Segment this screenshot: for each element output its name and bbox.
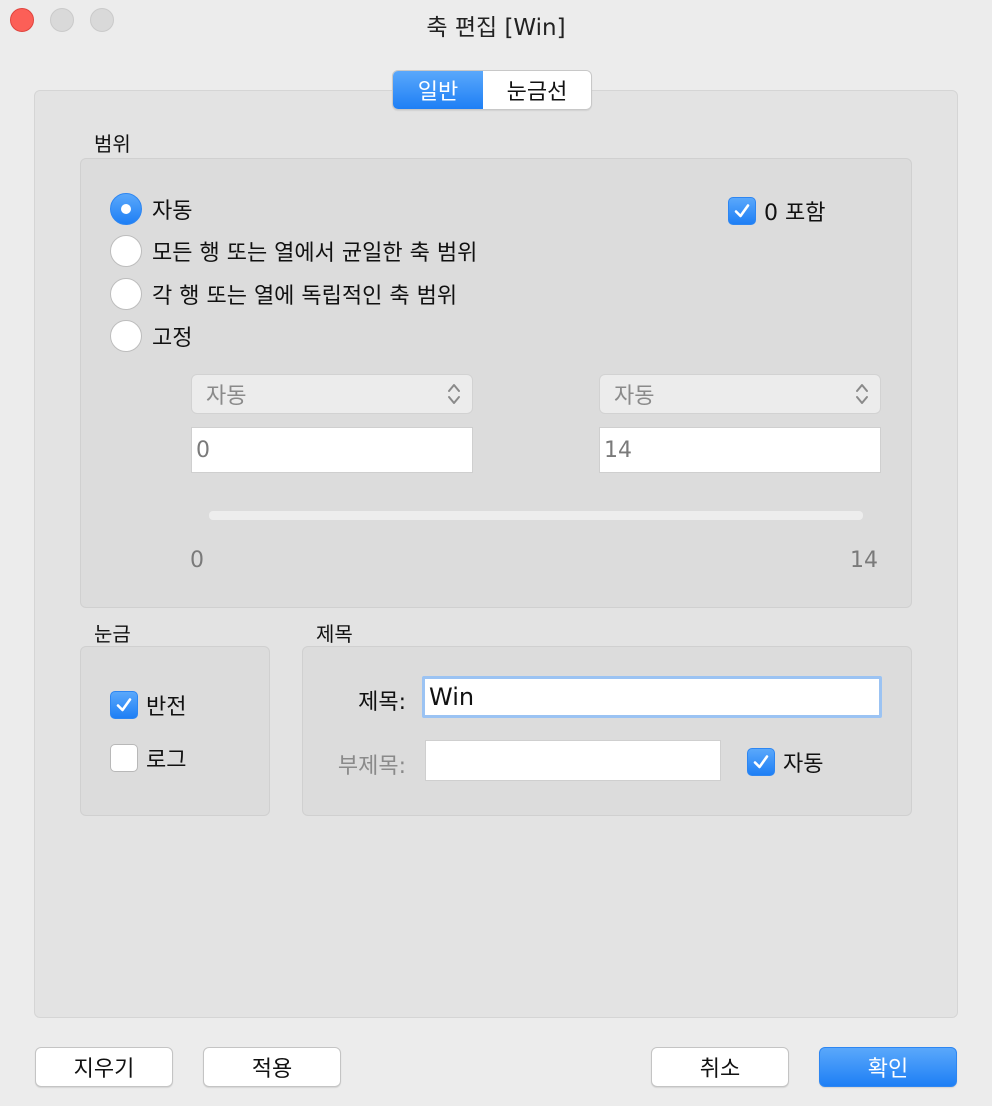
apply-button[interactable]: 적용 — [203, 1047, 341, 1087]
slider-max-label: 14 — [850, 548, 878, 573]
cancel-button[interactable]: 취소 — [651, 1047, 789, 1087]
checkbox-checked[interactable] — [110, 691, 138, 719]
chevron-up-down-icon — [448, 384, 460, 404]
tab-general[interactable]: 일반 — [393, 71, 483, 109]
ok-button[interactable]: 확인 — [819, 1047, 957, 1087]
subtitle-input[interactable] — [425, 740, 721, 781]
title-input[interactable]: Win — [422, 676, 882, 718]
subtitle-field-label: 부제목: — [337, 754, 406, 779]
radio-button[interactable] — [110, 320, 142, 352]
radio-auto[interactable]: 자동 — [110, 193, 192, 225]
checkbox-checked[interactable] — [747, 748, 775, 776]
radio-independent-range-label: 각 행 또는 열에 독립적인 축 범위 — [152, 284, 458, 309]
window-title: 축 편집 [Win] — [426, 15, 566, 41]
radio-uniform-range-label: 모든 행 또는 열에서 균일한 축 범위 — [152, 241, 478, 266]
clear-button[interactable]: 지우기 — [35, 1047, 173, 1087]
radio-uniform-range[interactable]: 모든 행 또는 열에서 균일한 축 범위 — [110, 235, 477, 267]
title-field-label: 제목: — [358, 690, 406, 715]
tick-marks-group — [80, 646, 270, 816]
radio-independent-range[interactable]: 각 행 또는 열에 독립적인 축 범위 — [110, 278, 457, 310]
title-bar: 축 편집 [Win] — [0, 0, 992, 42]
slider-min-label: 0 — [190, 548, 204, 573]
range-section-label: 범위 — [94, 132, 131, 156]
axis-title-section-label: 제목 — [316, 622, 353, 646]
checkbox-checked[interactable] — [728, 197, 756, 225]
axis-title-group — [302, 646, 912, 816]
radio-button[interactable] — [110, 235, 142, 267]
tab-bar: 일반 눈금선 — [392, 70, 592, 110]
checkbox-unchecked[interactable] — [110, 744, 138, 772]
range-slider-track[interactable] — [209, 511, 863, 520]
checkmark-icon — [753, 755, 769, 769]
logarithmic-label: 로그 — [146, 748, 187, 773]
chevron-up-down-icon — [856, 384, 868, 404]
subtitle-auto-checkbox[interactable]: 자동 — [747, 746, 823, 778]
tab-gridlines[interactable]: 눈금선 — [483, 71, 591, 109]
include-zero-label: 0 포함 — [764, 201, 826, 226]
range-end-field[interactable]: 14 — [599, 427, 881, 473]
subtitle-auto-label: 자동 — [783, 752, 824, 777]
range-end-popup-value: 자동 — [614, 384, 655, 409]
radio-button-selected[interactable] — [110, 193, 142, 225]
range-start-popup-value: 자동 — [206, 384, 247, 409]
checkmark-icon — [734, 204, 750, 218]
reversed-label: 반전 — [146, 695, 187, 720]
include-zero-checkbox[interactable]: 0 포함 — [728, 195, 825, 227]
reversed-checkbox[interactable]: 반전 — [110, 689, 186, 721]
tick-marks-section-label: 눈금 — [94, 622, 131, 646]
range-start-popup[interactable]: 자동 — [191, 374, 473, 414]
range-end-popup[interactable]: 자동 — [599, 374, 881, 414]
radio-fixed[interactable]: 고정 — [110, 320, 192, 352]
range-start-field[interactable]: 0 — [191, 427, 473, 473]
radio-auto-label: 자동 — [152, 199, 193, 224]
radio-fixed-label: 고정 — [152, 326, 193, 351]
logarithmic-checkbox[interactable]: 로그 — [110, 742, 186, 774]
checkmark-icon — [116, 698, 132, 712]
radio-button[interactable] — [110, 278, 142, 310]
